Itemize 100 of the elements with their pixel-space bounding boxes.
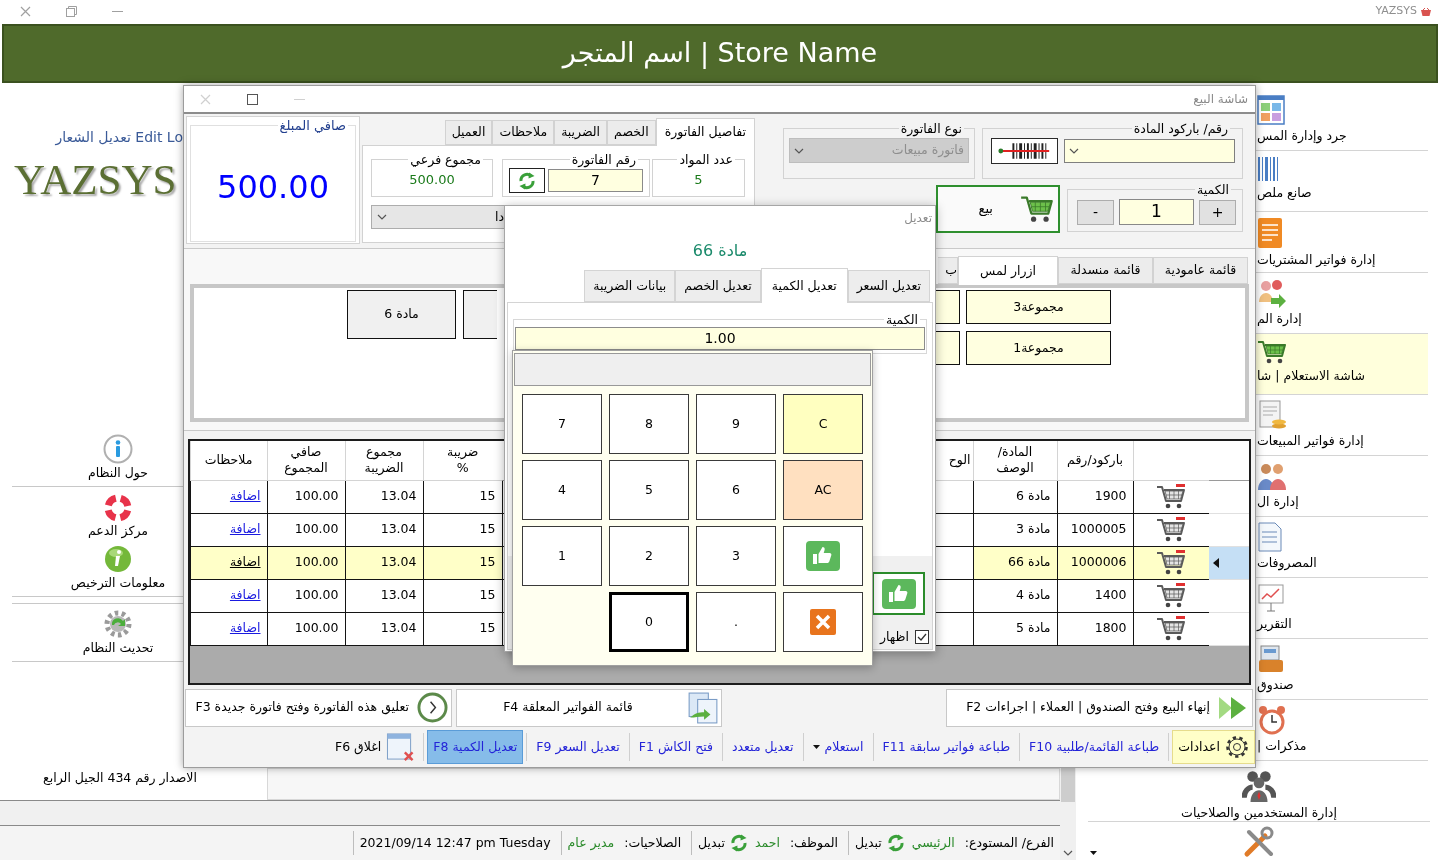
chevron-down-icon bbox=[794, 147, 804, 154]
cart-icon bbox=[1257, 339, 1287, 365]
toolbar-button[interactable]: طباعة فواتير سابقة F11 bbox=[876, 730, 1017, 764]
tools-icon bbox=[1243, 826, 1275, 858]
tab[interactable]: ب bbox=[938, 257, 958, 284]
plus-button[interactable]: + bbox=[1199, 199, 1236, 225]
tab[interactable]: تعديل الكمية bbox=[760, 268, 848, 303]
keypad-key[interactable]: 5 bbox=[609, 460, 689, 520]
scan-button[interactable] bbox=[991, 138, 1058, 164]
keypad-key[interactable]: 7 bbox=[522, 394, 602, 454]
customer-select[interactable]: دا bbox=[371, 205, 505, 229]
maximize-icon[interactable] bbox=[247, 93, 258, 105]
switch-link[interactable]: تبديل bbox=[854, 833, 882, 853]
chevron-down-icon bbox=[1069, 148, 1079, 154]
toolbar-button[interactable]: فتح الكاش F1 bbox=[632, 730, 719, 764]
tab[interactable]: الخصم bbox=[607, 120, 656, 145]
edit-logo-link[interactable]: تعديل الشعار Edit Lo bbox=[55, 129, 183, 146]
menu-item[interactable]: معلومات الترخيص bbox=[12, 538, 183, 597]
tab[interactable]: ملاحظات bbox=[492, 120, 555, 145]
close-icon[interactable] bbox=[20, 6, 31, 17]
column-header: ملاحظات bbox=[190, 441, 267, 480]
invoice-number-field[interactable]: 7 bbox=[547, 169, 643, 192]
keypad-key[interactable]: . bbox=[696, 592, 776, 652]
toolbar-button[interactable]: اعدادات bbox=[1172, 730, 1255, 764]
sell-button[interactable]: بيع bbox=[936, 185, 1060, 233]
tab[interactable]: بيانات الضريبة bbox=[584, 270, 676, 302]
touch-button[interactable] bbox=[463, 290, 497, 339]
menu-item[interactable]: التقرير bbox=[1256, 578, 1428, 639]
row-pointer-icon bbox=[1213, 557, 1219, 568]
quantity-field[interactable]: 1.00 bbox=[515, 327, 925, 350]
menu-item[interactable]: مركز الدعم bbox=[12, 487, 183, 538]
tab[interactable]: قائمة منسدلة bbox=[1058, 257, 1153, 284]
tab[interactable]: الضريبة bbox=[554, 120, 608, 145]
table-cell: 1000005 bbox=[1057, 513, 1133, 546]
action-button[interactable]: إنهاء البيع وفتح الصندوق | العملاء | اجراءات F2 bbox=[946, 688, 1253, 727]
lifebuoy-icon bbox=[104, 494, 132, 522]
cancel-icon bbox=[809, 608, 837, 636]
minus-button[interactable]: - bbox=[1077, 199, 1114, 225]
checkbox[interactable] bbox=[915, 630, 929, 645]
keypad-key[interactable]: 3 bbox=[696, 526, 776, 586]
datetime: 2021/09/14 12:47 pm Tuesday bbox=[359, 833, 551, 852]
menu-item[interactable]: إدارة فواتير المشتريات bbox=[1256, 212, 1428, 273]
tab[interactable]: ازرار لمس bbox=[958, 256, 1058, 285]
action-button[interactable]: تعليق هذه الفاتورة وفتح فاتورة جديدة F3 bbox=[185, 688, 452, 727]
clear-key[interactable]: C bbox=[783, 394, 863, 454]
tab[interactable]: العميل bbox=[444, 120, 493, 145]
keypad-key[interactable]: 1 bbox=[522, 526, 602, 586]
menu-item[interactable]: مذكرات | bbox=[1256, 700, 1428, 761]
menu-item[interactable]: جرد وإدارة المس bbox=[1256, 90, 1428, 151]
keypad-key[interactable]: 2 bbox=[609, 526, 689, 586]
toolbar-button[interactable]: تعديل الكمية F8 bbox=[427, 730, 524, 764]
menu-item[interactable]: شاشة الاستعلام | شا bbox=[1256, 334, 1428, 395]
toolbar-button[interactable]: اغلاق F6 bbox=[329, 730, 421, 764]
clear-all-key[interactable]: AC bbox=[783, 460, 863, 520]
tab[interactable]: تعديل الخصم bbox=[675, 270, 761, 302]
status-label: الموظف: bbox=[789, 833, 838, 853]
group-label: عدد المواد bbox=[678, 152, 734, 167]
menu-item[interactable]: حول النظام bbox=[12, 434, 183, 487]
menu-item[interactable]: إدارة فواتير المبيعات bbox=[1256, 395, 1428, 456]
switch-link[interactable]: تبديل bbox=[698, 833, 725, 853]
tab[interactable]: تعديل السعر bbox=[847, 270, 930, 302]
keypad-key[interactable]: 6 bbox=[696, 460, 776, 520]
refresh-button[interactable] bbox=[509, 168, 545, 193]
keypad-key[interactable]: 0 bbox=[609, 592, 689, 652]
menu-item[interactable]: المصروفات bbox=[1256, 517, 1428, 578]
barcode-field[interactable] bbox=[1064, 139, 1235, 163]
toolbar-button[interactable]: طباعة القائمة/طلبية F10 bbox=[1023, 730, 1166, 764]
menu-item[interactable]: إدارة ال bbox=[1256, 456, 1428, 517]
restore-icon[interactable] bbox=[66, 6, 77, 17]
documents-icon bbox=[687, 691, 719, 724]
table-cell: 100.00 bbox=[267, 513, 345, 546]
checkbox-label[interactable]: اظهار bbox=[879, 628, 909, 647]
ok-key[interactable] bbox=[783, 526, 863, 586]
tab[interactable]: تفاصيل الفاتورة bbox=[655, 118, 755, 146]
touch-button[interactable]: مادة 6 bbox=[347, 290, 456, 339]
keypad-key[interactable]: 9 bbox=[696, 394, 776, 454]
cancel-key[interactable] bbox=[783, 592, 863, 652]
barcode-icon bbox=[1257, 156, 1279, 182]
quantity-field[interactable]: 1 bbox=[1119, 199, 1194, 225]
dialog-title: تعديل bbox=[904, 211, 932, 226]
group-label: صافي المبلغ bbox=[278, 118, 347, 133]
keypad-key[interactable]: 4 bbox=[522, 460, 602, 520]
touch-button[interactable]: مجموعة3 bbox=[966, 290, 1111, 324]
menu-item[interactable]: صندوق bbox=[1256, 639, 1428, 700]
toolbar-button[interactable]: تعديل السعر F9 bbox=[530, 730, 626, 764]
action-button[interactable]: قائمة الفواتير المعلقة F4 bbox=[456, 688, 722, 727]
confirm-button[interactable] bbox=[872, 572, 925, 615]
toolbar-button[interactable]: استعلام bbox=[806, 730, 870, 764]
touch-button[interactable]: مجموعة1 bbox=[966, 331, 1111, 365]
row-header[interactable] bbox=[1209, 546, 1249, 579]
toolbar-button[interactable]: تعديل متعدد bbox=[725, 730, 800, 764]
document-icon bbox=[1257, 522, 1283, 552]
chevron-down-icon[interactable] bbox=[1063, 850, 1073, 856]
caret-down-icon[interactable] bbox=[1090, 851, 1097, 855]
menu-item[interactable]: تحديث النظام bbox=[12, 603, 183, 662]
group-label: نوع الفاتورة bbox=[899, 121, 963, 136]
table-cell: 15 bbox=[423, 480, 502, 513]
tab[interactable]: قائمة عامودية bbox=[1153, 257, 1248, 284]
keypad-key[interactable]: 8 bbox=[609, 394, 689, 454]
scrollbar-thumb[interactable] bbox=[1061, 768, 1075, 802]
